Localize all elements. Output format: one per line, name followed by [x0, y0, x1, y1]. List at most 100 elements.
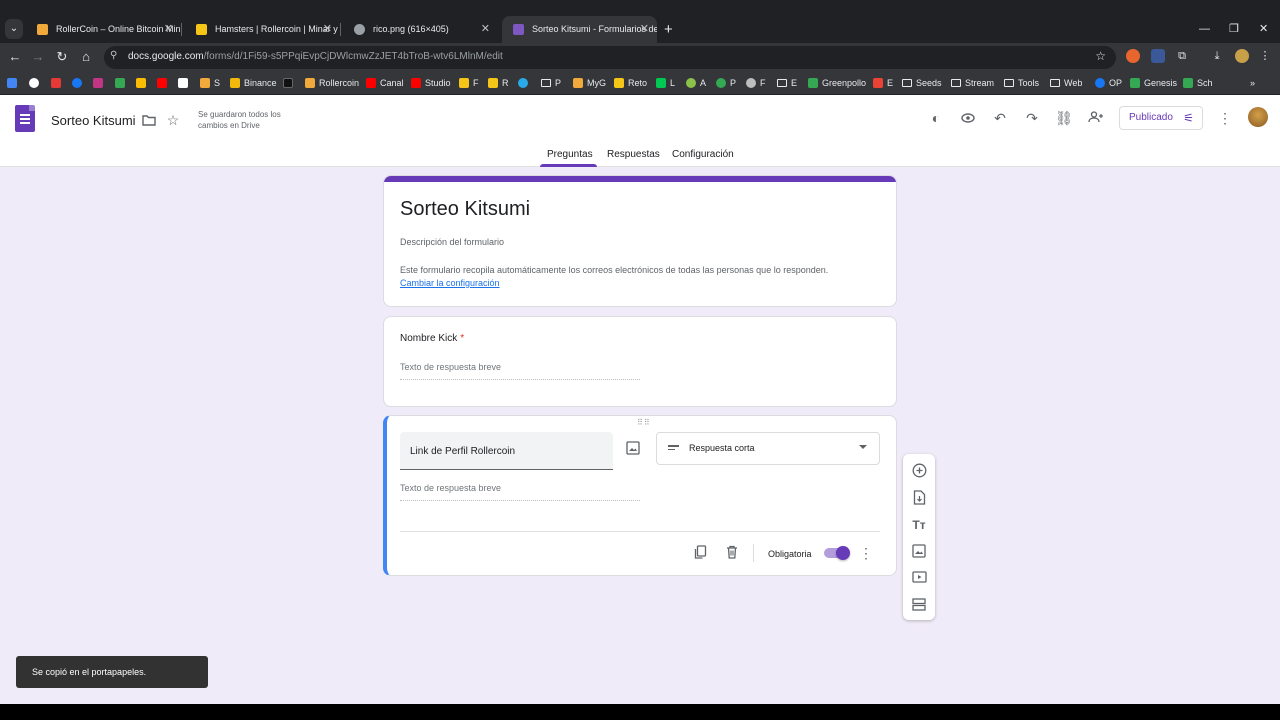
publish-button[interactable]: Publicado ⚟	[1119, 106, 1203, 130]
question-title-input[interactable]: Link de Perfil Rollercoin	[400, 432, 613, 470]
bookmark-l[interactable]: L	[656, 76, 675, 90]
bookmark-p[interactable]: P	[716, 76, 736, 90]
bookmark-r[interactable]: R	[488, 76, 509, 90]
folder-icon[interactable]	[140, 112, 158, 130]
profile-avatar-icon[interactable]	[1235, 49, 1249, 63]
change-settings-link[interactable]: Cambiar la configuración	[400, 278, 500, 288]
chrome-menu-icon[interactable]: ⋮	[1258, 49, 1272, 63]
bookmark-icon[interactable]	[29, 76, 43, 90]
close-tab-icon[interactable]: ✕	[323, 16, 332, 43]
bookmark-s[interactable]: S	[200, 76, 220, 90]
palette-icon[interactable]: ◐	[927, 109, 945, 127]
minimize-icon[interactable]: —	[1199, 16, 1210, 43]
home-icon[interactable]: ⌂	[78, 49, 94, 65]
tab-settings[interactable]: Configuración	[672, 149, 734, 160]
bookmark-folder-tools[interactable]: Tools	[1004, 76, 1039, 90]
question-type-dropdown[interactable]: Respuesta corta	[656, 432, 880, 465]
forward-icon[interactable]: →	[30, 49, 46, 65]
bookmark-sch[interactable]: Sch	[1183, 76, 1213, 90]
download-icon[interactable]: ⤓	[1210, 49, 1224, 63]
duplicate-icon[interactable]	[692, 545, 708, 561]
close-tab-icon[interactable]: ✕	[481, 16, 490, 43]
star-icon[interactable]: ☆	[164, 111, 182, 129]
browser-tab[interactable]: RollerCoin – Online Bitcoin Mining ✕	[26, 16, 181, 43]
add-video-icon[interactable]	[911, 571, 927, 587]
bookmark-studio[interactable]: Studio	[411, 76, 451, 90]
close-tab-icon[interactable]: ✕	[640, 16, 649, 43]
undo-icon[interactable]: ↶	[991, 109, 1009, 127]
form-description-field[interactable]: Descripción del formulario	[400, 237, 504, 247]
tab-questions[interactable]: Preguntas	[547, 149, 593, 160]
bookmark-genesis[interactable]: Genesis	[1130, 76, 1177, 90]
bookmark-icon[interactable]	[7, 76, 21, 90]
close-window-icon[interactable]: ✕	[1259, 16, 1268, 43]
tab-search-icon[interactable]: ⌄	[5, 19, 23, 39]
bookmark-icon[interactable]	[115, 76, 129, 90]
bookmark-folder-e[interactable]: E	[777, 76, 797, 90]
bookmark-greenpollo[interactable]: Greenpollo	[808, 76, 866, 90]
browser-tab[interactable]: Hamsters | Rollercoin | Minar y g ✕	[185, 16, 340, 43]
more-bookmarks-icon[interactable]: »	[1250, 76, 1255, 90]
bookmark-rollercoin[interactable]: Rollercoin	[305, 76, 359, 90]
bookmark-folder-web[interactable]: Web	[1050, 76, 1082, 90]
preview-eye-icon[interactable]	[959, 109, 977, 127]
metamask-extension-icon[interactable]	[1126, 49, 1140, 63]
bookmark-star-icon[interactable]: ☆	[1095, 49, 1106, 63]
form-title[interactable]: Sorteo Kitsumi	[400, 198, 530, 221]
browser-tab[interactable]: rico.png (616×405) ✕	[343, 16, 498, 43]
bookmark-binance[interactable]: Binance	[230, 76, 277, 90]
bookmark-e[interactable]: E	[873, 76, 893, 90]
delete-trash-icon[interactable]	[724, 545, 740, 561]
add-collaborator-icon[interactable]	[1087, 109, 1105, 127]
form-tabs: Preguntas Respuestas Configuración	[0, 144, 1280, 167]
bookmark-icon[interactable]	[72, 76, 86, 90]
more-vert-icon[interactable]: ⋮	[859, 544, 873, 562]
bookmark-f2[interactable]: F	[746, 76, 766, 90]
import-questions-icon[interactable]	[911, 490, 927, 506]
add-title-icon[interactable]: Tт	[911, 517, 927, 533]
add-section-icon[interactable]	[911, 598, 927, 614]
extension-icon[interactable]	[1151, 49, 1165, 63]
google-forms-logo-icon[interactable]	[15, 105, 35, 132]
document-title[interactable]: Sorteo Kitsumi	[51, 113, 136, 128]
add-image-icon[interactable]	[911, 544, 927, 560]
snackbar-toast: Se copió en el portapapeles.	[16, 656, 208, 688]
restore-icon[interactable]: ❐	[1229, 16, 1239, 43]
add-question-icon[interactable]	[911, 463, 927, 479]
bookmark-op[interactable]: OP	[1095, 76, 1122, 90]
bookmark-myg[interactable]: MyG	[573, 76, 606, 90]
back-icon[interactable]: ←	[7, 49, 23, 65]
more-options-icon[interactable]: ⋮	[1216, 109, 1234, 127]
form-header-card[interactable]: Sorteo Kitsumi Descripción del formulari…	[383, 175, 897, 307]
extensions-puzzle-icon[interactable]: ⧉	[1175, 49, 1189, 63]
bookmark-icon[interactable]	[157, 76, 171, 90]
bookmark-icon[interactable]	[51, 76, 65, 90]
bookmark-canal[interactable]: Canal	[366, 76, 404, 90]
bookmark-a[interactable]: A	[686, 76, 706, 90]
bookmark-icon[interactable]	[518, 76, 532, 90]
drag-handle-icon[interactable]: ⠿⠿	[637, 418, 651, 427]
link-icon[interactable]: ⛓	[1055, 109, 1073, 127]
reload-icon[interactable]: ↻	[54, 49, 70, 65]
required-toggle[interactable]	[824, 546, 850, 560]
question-card-active[interactable]: ⠿⠿ Link de Perfil Rollercoin Respuesta c…	[383, 415, 897, 576]
bookmark-folder-stream[interactable]: Stream	[951, 76, 994, 90]
question-card[interactable]: Nombre Kick * Texto de respuesta breve	[383, 316, 897, 407]
close-tab-icon[interactable]: ✕	[164, 16, 173, 43]
user-avatar[interactable]	[1248, 107, 1268, 127]
new-tab-icon[interactable]: +	[664, 16, 673, 43]
tab-responses[interactable]: Respuestas	[607, 149, 660, 160]
bookmark-folder-seeds[interactable]: Seeds	[902, 76, 942, 90]
bookmark-folder-p[interactable]: P	[541, 76, 561, 90]
bookmark-f[interactable]: F	[459, 76, 479, 90]
bookmark-icon[interactable]	[178, 76, 192, 90]
bookmark-icon[interactable]	[93, 76, 107, 90]
bookmark-icon[interactable]	[136, 76, 150, 90]
browser-tab-active[interactable]: Sorteo Kitsumi - Formularios de ✕	[502, 16, 657, 43]
add-image-icon[interactable]	[626, 441, 642, 457]
address-bar[interactable]: ⚲ docs.google.com/forms/d/1Fi59-s5PPqiEv…	[104, 46, 1116, 69]
redo-icon[interactable]: ↷	[1023, 109, 1041, 127]
bookmark-icon[interactable]	[283, 76, 297, 90]
site-info-icon[interactable]: ⚲	[110, 50, 117, 61]
bookmark-reto[interactable]: Reto	[614, 76, 647, 90]
